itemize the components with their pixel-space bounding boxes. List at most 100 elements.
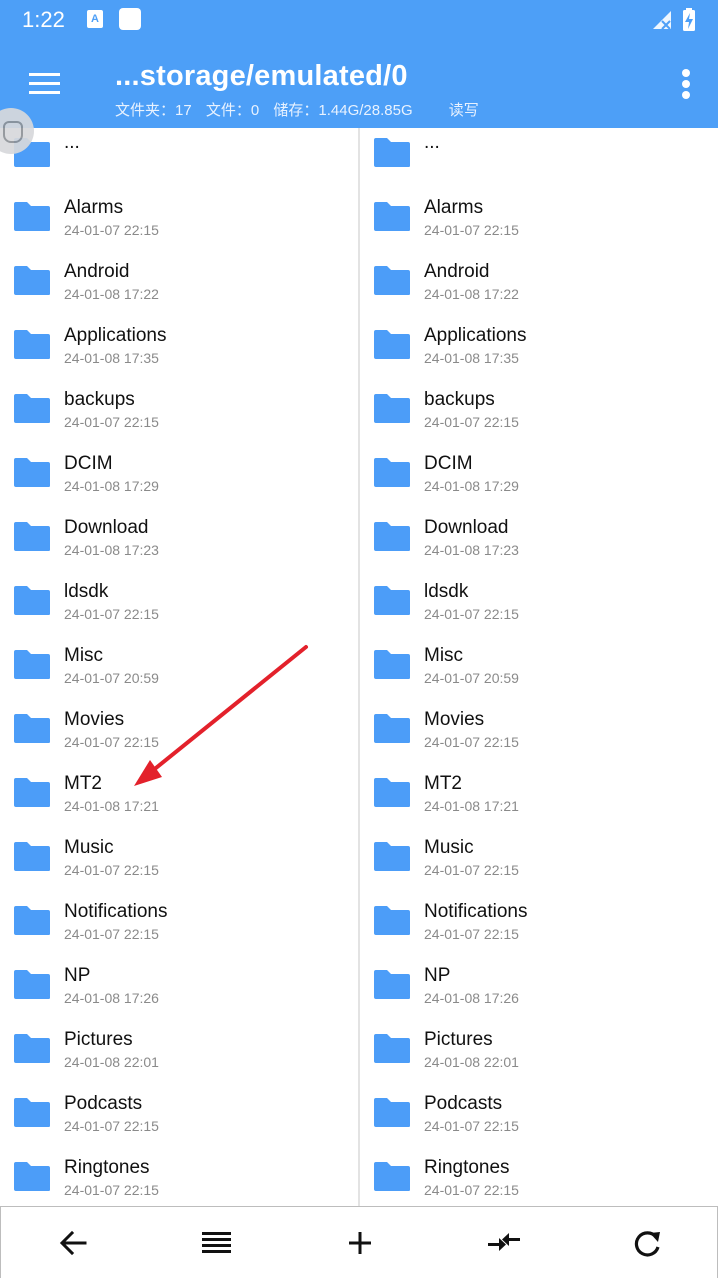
folder-row[interactable]: Ringtones 24-01-07 22:15 [0,1144,358,1206]
folder-name: MT2 [64,773,102,794]
folder-date: 24-01-07 22:15 [64,222,159,238]
folder-row[interactable]: backups 24-01-07 22:15 [360,376,718,440]
folder-name: Applications [424,325,527,346]
left-pane: ... Alarms 24-01-07 22:15 Android 24-01-08 1… [0,128,359,1206]
hamburger-menu-icon[interactable] [22,66,66,102]
folder-name: Android [64,261,130,282]
folder-row[interactable]: Movies 24-01-07 22:15 [0,696,358,760]
folder-name: ldsdk [64,581,109,602]
folder-name: Android [424,261,490,282]
folder-row[interactable]: Applications 24-01-08 17:35 [360,312,718,376]
folder-date: 24-01-07 22:15 [424,606,519,622]
folder-date: 24-01-07 22:15 [64,1182,159,1198]
folder-date: 24-01-08 17:35 [424,350,519,366]
folder-name: DCIM [64,453,113,474]
folder-row[interactable]: Applications 24-01-08 17:35 [0,312,358,376]
folder-row[interactable]: NP 24-01-08 17:26 [360,952,718,1016]
folder-name: Notifications [424,901,528,922]
folder-icon [12,1032,52,1064]
app-bar: ...storage/emulated/0 文件夹：17 文件：0 储存：1.4… [0,40,718,128]
folder-date: 24-01-08 17:21 [64,798,159,814]
refresh-icon[interactable] [625,1221,669,1265]
folder-date: 24-01-08 17:21 [424,798,519,814]
folder-row[interactable]: ldsdk 24-01-07 22:15 [360,568,718,632]
pane-divider[interactable] [358,128,360,1206]
swap-panes-icon[interactable] [482,1221,526,1265]
folder-name: backups [64,389,135,410]
parent-directory-label: ... [424,132,440,153]
folder-row[interactable]: MT2 24-01-08 17:21 [0,760,358,824]
folder-icon [372,840,412,872]
folder-row[interactable]: ldsdk 24-01-07 22:15 [0,568,358,632]
folder-row[interactable]: Pictures 24-01-08 22:01 [0,1016,358,1080]
folder-row[interactable]: MT2 24-01-08 17:21 [360,760,718,824]
parent-directory-row[interactable]: ... [360,128,718,184]
parent-directory-row[interactable]: ... [0,128,358,184]
folder-icon [12,840,52,872]
status-time: 1:22 [22,7,65,32]
folder-date: 24-01-08 17:29 [424,478,519,494]
folder-name: Download [64,517,149,538]
bottom-toolbar [0,1206,718,1278]
folder-name: Podcasts [64,1093,143,1114]
back-arrow-icon[interactable] [51,1221,95,1265]
folder-icon [12,584,52,616]
folder-row[interactable]: Pictures 24-01-08 22:01 [360,1016,718,1080]
folder-icon [372,584,412,616]
folder-date: 24-01-08 22:01 [424,1054,519,1070]
folder-row[interactable]: Misc 24-01-07 20:59 [0,632,358,696]
folder-row[interactable]: DCIM 24-01-08 17:29 [0,440,358,504]
folder-icon [372,648,412,680]
folder-date: 24-01-08 17:29 [64,478,159,494]
folder-date: 24-01-07 22:15 [424,926,519,942]
folder-row[interactable]: Android 24-01-08 17:22 [360,248,718,312]
folder-row[interactable]: DCIM 24-01-08 17:29 [360,440,718,504]
read-write-mode: 读写 [448,102,479,119]
signal-icon [653,11,671,30]
folder-row[interactable]: Podcasts 24-01-07 22:15 [0,1080,358,1144]
folder-date: 24-01-07 22:15 [424,862,519,878]
folder-row[interactable]: Android 24-01-08 17:22 [0,248,358,312]
folder-name: Notifications [64,901,168,922]
folder-icon [12,1160,52,1192]
folder-date: 24-01-08 17:23 [64,542,159,558]
storage-usage: 储存：1.44G/28.85G [273,102,413,119]
folder-name: Music [424,837,474,858]
plus-icon[interactable] [338,1221,382,1265]
folder-row[interactable]: Ringtones 24-01-07 22:15 [360,1144,718,1206]
folder-row[interactable]: Alarms 24-01-07 22:15 [360,184,718,248]
folder-name: NP [424,965,451,986]
status-bar: 1:22 A [0,0,718,40]
current-path-title: ...storage/emulated/0 [115,60,408,92]
path-info: 文件夹：17 文件：0 储存：1.44G/28.85G 读写 [115,99,489,120]
list-menu-icon[interactable] [194,1221,238,1265]
folder-row[interactable]: NP 24-01-08 17:26 [0,952,358,1016]
folder-date: 24-01-08 17:22 [64,286,159,302]
right-pane: ... Alarms 24-01-07 22:15 Android 24-01-08 1… [360,128,718,1206]
folder-name: Alarms [64,197,124,218]
folder-row[interactable]: Misc 24-01-07 20:59 [360,632,718,696]
folder-row[interactable]: Movies 24-01-07 22:15 [360,696,718,760]
folder-row[interactable]: Podcasts 24-01-07 22:15 [360,1080,718,1144]
folder-row[interactable]: backups 24-01-07 22:15 [0,376,358,440]
folder-name: Misc [424,645,464,666]
folder-row[interactable]: Notifications 24-01-07 22:15 [0,888,358,952]
folder-row[interactable]: Notifications 24-01-07 22:15 [360,888,718,952]
folder-row[interactable]: Alarms 24-01-07 22:15 [0,184,358,248]
folder-icon [12,648,52,680]
folder-date: 24-01-07 22:15 [424,734,519,750]
a-notification-icon: A [87,10,103,28]
folder-row[interactable]: Music 24-01-07 22:15 [360,824,718,888]
folder-icon [12,456,52,488]
folder-date: 24-01-07 20:59 [64,670,159,686]
folder-icon [372,904,412,936]
more-options-icon[interactable] [670,66,702,102]
folder-date: 24-01-07 22:15 [64,414,159,430]
folder-date: 24-01-07 22:15 [64,734,159,750]
folder-name: backups [424,389,495,410]
folder-row[interactable]: Download 24-01-08 17:23 [0,504,358,568]
folder-name: Download [424,517,509,538]
folder-icon [12,392,52,424]
folder-row[interactable]: Download 24-01-08 17:23 [360,504,718,568]
folder-row[interactable]: Music 24-01-07 22:15 [0,824,358,888]
